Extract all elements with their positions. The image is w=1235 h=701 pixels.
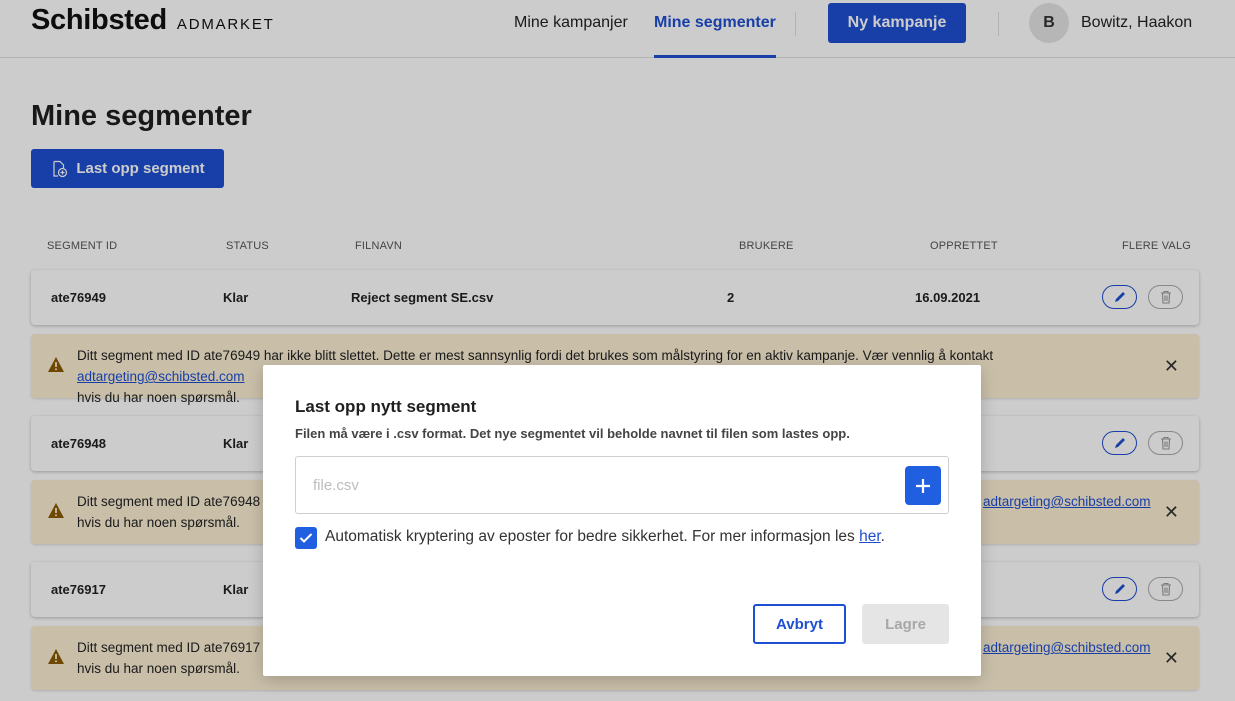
save-button[interactable]: Lagre [862,604,949,644]
info-link[interactable]: her [859,528,881,545]
encryption-text: Automatisk kryptering av eposter for bed… [325,528,860,545]
dialog-subtitle: Filen må være i .csv format. Det nye seg… [295,426,850,441]
file-input[interactable] [297,458,897,512]
add-file-button[interactable] [905,466,941,505]
dialog-title: Last opp nytt segment [295,397,477,416]
cancel-button[interactable]: Avbryt [753,604,846,644]
file-upload-field [295,456,949,514]
upload-segment-dialog: Last opp nytt segment Filen må være i .c… [263,365,981,676]
encryption-checkbox[interactable] [295,527,317,549]
encryption-label: Automatisk kryptering av eposter for bed… [325,528,885,546]
plus-icon [916,478,930,493]
check-icon [299,533,313,543]
encryption-text-end: . [880,528,885,545]
